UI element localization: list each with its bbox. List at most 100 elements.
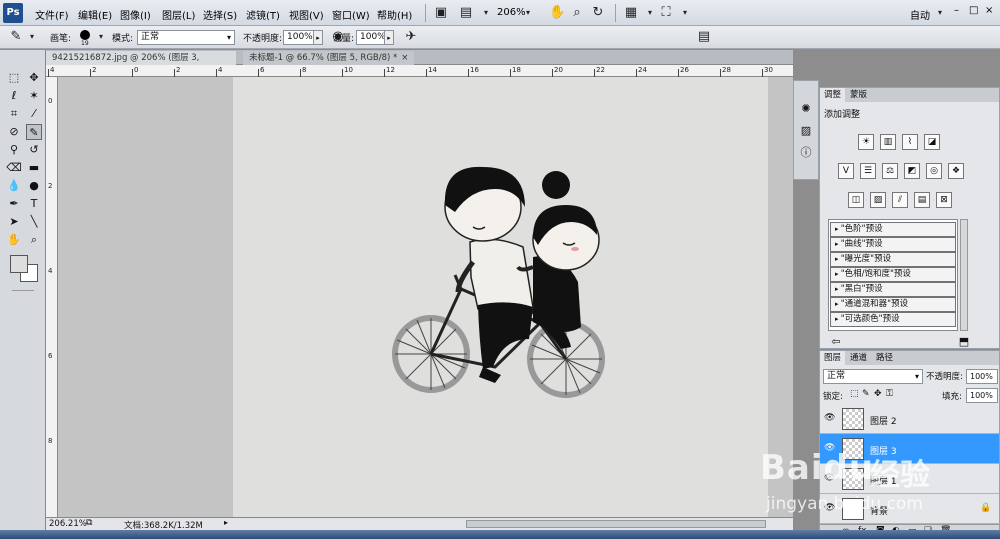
return-to-list-icon[interactable]: ⇦ (828, 334, 844, 350)
document-tab-active[interactable]: 94215216872.jpg @ 206% (图层 3, RGB/8#) *× (46, 51, 236, 77)
preset-selective-color[interactable]: ▸ "可选颜色"预设 (830, 312, 956, 327)
chevron-right-icon[interactable]: ▸ (224, 518, 228, 527)
preset-channel-mixer[interactable]: ▸ "通道混和器"预设 (830, 297, 956, 312)
foreground-color-swatch[interactable] (10, 255, 28, 273)
path-selection-tool-icon[interactable]: ➤ (6, 214, 22, 230)
chevron-down-icon[interactable]: ▾ (932, 5, 948, 21)
layer-opacity-field[interactable]: 100% (966, 369, 998, 384)
tab-layers[interactable]: 图层 (820, 351, 846, 365)
healing-brush-tool-icon[interactable]: ⊘ (6, 124, 22, 140)
menu-layer[interactable]: 图层(L) (162, 7, 195, 22)
black-white-icon[interactable]: ◩ (904, 163, 920, 179)
layer-row[interactable]: 👁 图层 2 (820, 404, 999, 434)
screen-mode-icon[interactable]: ⛶ (658, 5, 674, 21)
chevron-down-icon[interactable]: ▾ (24, 29, 40, 45)
preset-curves[interactable]: ▸ "曲线"预设 (830, 237, 956, 252)
lock-all-icon[interactable]: ⚿ (886, 389, 893, 399)
hand-tool-icon[interactable]: ✋ (6, 232, 22, 248)
mini-bridge-icon[interactable]: ▤ (458, 5, 474, 21)
gradient-tool-icon[interactable]: ▬ (26, 160, 42, 176)
blur-tool-icon[interactable]: 💧 (6, 178, 22, 194)
panel-toggle-icon[interactable]: ▤ (696, 29, 712, 45)
layer-name[interactable]: 图层 2 (870, 414, 897, 427)
lasso-tool-icon[interactable]: ℓ (6, 88, 22, 104)
dodge-tool-icon[interactable]: ● (26, 178, 42, 194)
menu-file[interactable]: 文件(F) (35, 7, 69, 22)
preset-hue-saturation[interactable]: ▸ "色相/饱和度"预设 (830, 267, 956, 282)
selective-color-icon[interactable]: ⊠ (936, 192, 952, 208)
brush-tool-icon[interactable]: ✎ (8, 29, 24, 45)
tab-channels[interactable]: 通道 (846, 351, 871, 365)
clone-stamp-tool-icon[interactable]: ⚲ (6, 142, 22, 158)
lock-transparency-icon[interactable]: ⬚ (850, 389, 859, 399)
restore-button[interactable]: □ (969, 5, 978, 16)
chevron-down-icon[interactable]: ▾ (520, 5, 536, 21)
adjustments-panel-icon[interactable]: ✺ (798, 101, 814, 117)
exposure-icon[interactable]: ◪ (924, 134, 940, 150)
mode-select[interactable]: 正常 ▾ (137, 30, 235, 45)
pen-tool-icon[interactable]: ✒ (6, 196, 22, 212)
menu-edit[interactable]: 编辑(E) (78, 7, 112, 22)
posterize-icon[interactable]: ▨ (870, 192, 886, 208)
document-tab[interactable]: 未标题-1 @ 66.7% (图层 5, RGB/8) * × (243, 51, 415, 65)
preset-levels[interactable]: ▸ "色阶"预设 (830, 222, 956, 237)
menu-view[interactable]: 视图(V) (289, 7, 324, 22)
shape-tool-icon[interactable]: ╲ (26, 214, 42, 230)
fill-field[interactable]: 100% (966, 388, 998, 403)
photo-filter-icon[interactable]: ◎ (926, 163, 942, 179)
workspace-switcher[interactable]: 自动 (910, 7, 930, 22)
color-balance-icon[interactable]: ⚖ (882, 163, 898, 179)
channel-mixer-icon[interactable]: ❖ (948, 163, 964, 179)
tab-masks[interactable]: 蒙版 (846, 88, 871, 102)
history-brush-tool-icon[interactable]: ↺ (26, 142, 42, 158)
levels-icon[interactable]: ▥ (880, 134, 896, 150)
brush-tool-icon[interactable]: ✎ (26, 124, 42, 140)
chevron-right-icon[interactable]: ▸ (384, 30, 394, 45)
menu-window[interactable]: 窗口(W) (332, 7, 370, 22)
preset-scrollbar[interactable] (960, 219, 968, 331)
arrange-documents-icon[interactable]: ▦ (623, 5, 639, 21)
invert-icon[interactable]: ◫ (848, 192, 864, 208)
chevron-down-icon[interactable]: ▾ (677, 5, 693, 21)
status-zoom[interactable]: 206.21% (49, 519, 87, 529)
zoom-icon[interactable]: ⌕ (569, 5, 585, 21)
crop-tool-icon[interactable]: ⌗ (6, 106, 22, 122)
preset-exposure[interactable]: ▸ "曝光度"预设 (830, 252, 956, 267)
zoom-tool-icon[interactable]: ⌕ (26, 232, 42, 248)
tab-close-icon[interactable]: × (401, 53, 408, 63)
info-panel-icon[interactable]: ⓘ (798, 145, 814, 161)
menu-image[interactable]: 图像(I) (120, 7, 151, 22)
threshold-icon[interactable]: ⫽ (892, 192, 908, 208)
minimize-button[interactable]: – (954, 5, 959, 16)
curves-icon[interactable]: ⌇ (902, 134, 918, 150)
hand-icon[interactable]: ✋ (549, 5, 565, 21)
clip-to-layer-icon[interactable]: ⬒ (956, 334, 972, 350)
brush-preview-icon[interactable] (80, 30, 90, 40)
menu-select[interactable]: 选择(S) (203, 7, 237, 22)
eraser-tool-icon[interactable]: ⌫ (6, 160, 22, 176)
type-tool-icon[interactable]: T (26, 196, 42, 212)
tab-paths[interactable]: 路径 (872, 351, 897, 365)
chevron-right-icon[interactable]: ▸ (313, 30, 323, 45)
marquee-tool-icon[interactable]: ⬚ (6, 70, 22, 86)
bridge-icon[interactable]: ▣ (433, 5, 449, 21)
hue-saturation-icon[interactable]: ☰ (860, 163, 876, 179)
eye-icon[interactable]: 👁 (824, 413, 836, 423)
rotate-view-icon[interactable]: ↻ (590, 5, 606, 21)
chevron-down-icon[interactable]: ▾ (642, 5, 658, 21)
chevron-down-icon[interactable]: ▾ (93, 29, 109, 45)
vibrance-icon[interactable]: V (838, 163, 854, 179)
gradient-map-icon[interactable]: ▤ (914, 192, 930, 208)
status-export-icon[interactable]: ⧉ (86, 518, 92, 528)
navigator-panel-icon[interactable]: ▨ (798, 123, 814, 139)
chevron-down-icon[interactable]: ▾ (478, 5, 494, 21)
move-tool-icon[interactable]: ✥ (26, 70, 42, 86)
close-button[interactable]: × (985, 5, 993, 16)
horizontal-scrollbar[interactable] (466, 520, 766, 528)
menu-filter[interactable]: 滤镜(T) (246, 7, 280, 22)
menu-help[interactable]: 帮助(H) (377, 7, 412, 22)
lock-pixels-icon[interactable]: ✎ (862, 389, 870, 399)
tab-adjustments[interactable]: 调整 (820, 88, 846, 102)
eyedropper-tool-icon[interactable]: ⁄ (26, 106, 42, 122)
brightness-contrast-icon[interactable]: ☀ (858, 134, 874, 150)
